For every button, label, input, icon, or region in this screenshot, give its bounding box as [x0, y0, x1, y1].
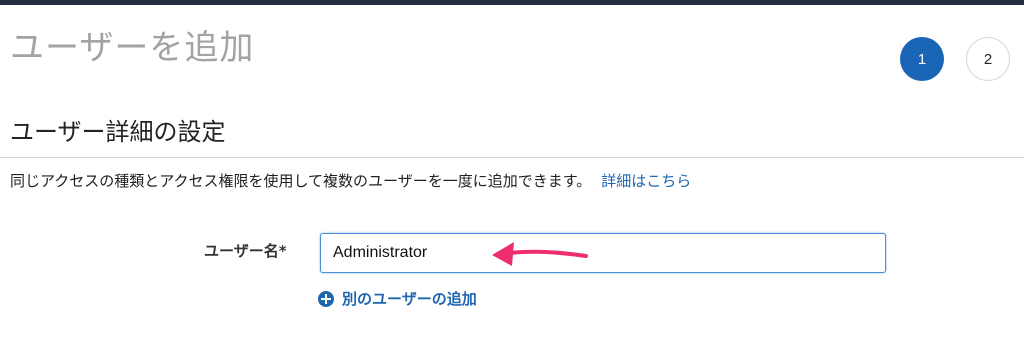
step-2-indicator[interactable]: 2: [966, 37, 1010, 81]
description-text: 同じアクセスの種類とアクセス権限を使用して複数のユーザーを一度に追加できます。: [10, 172, 592, 190]
top-bar: [0, 0, 1024, 5]
page-title: ユーザーを追加: [10, 28, 255, 68]
details-link[interactable]: 詳細はこちら: [601, 172, 691, 190]
username-label: ユーザー名*: [204, 242, 287, 260]
section-description: 同じアクセスの種類とアクセス権限を使用して複数のユーザーを一度に追加できます。詳…: [10, 170, 691, 192]
section-divider: [0, 157, 1024, 158]
annotation-arrow-icon: [492, 242, 588, 266]
step-1-indicator[interactable]: 1: [900, 37, 944, 81]
add-another-user-button[interactable]: 別のユーザーの追加: [318, 288, 477, 310]
section-title: ユーザー詳細の設定: [10, 118, 226, 146]
username-input[interactable]: [320, 233, 886, 273]
add-another-user-label: 別のユーザーの追加: [342, 290, 477, 308]
plus-circle-icon: [318, 291, 334, 307]
